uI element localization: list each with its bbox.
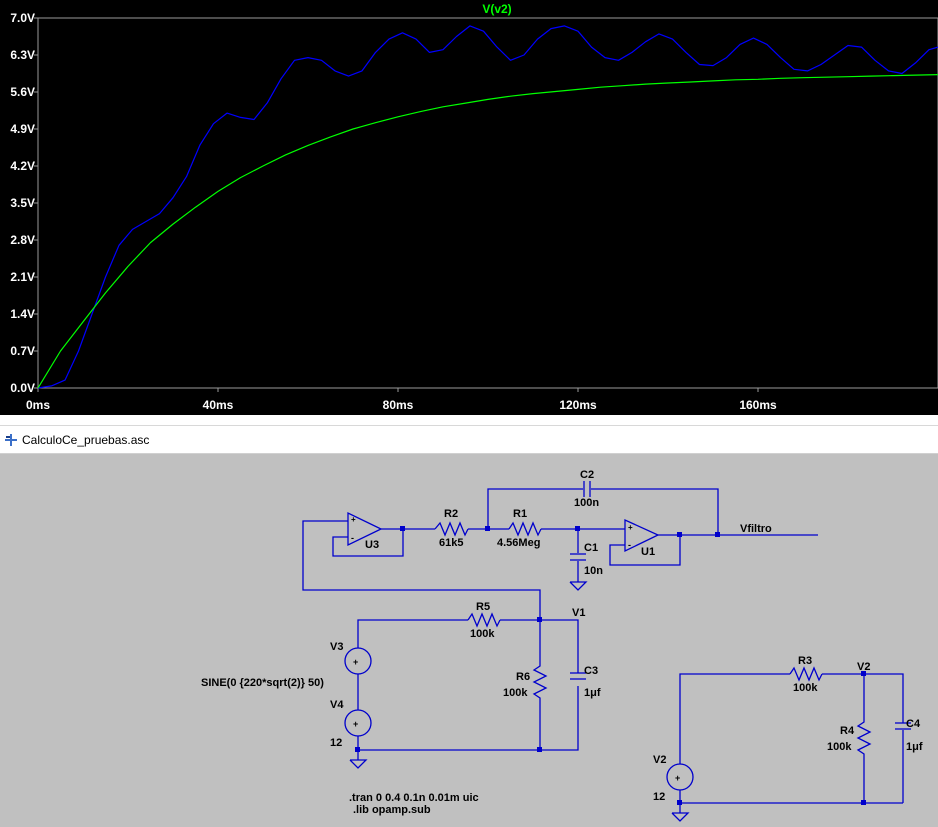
x-tick-label: 40ms <box>203 398 234 412</box>
x-tick-label: 0ms <box>26 398 50 412</box>
c3-value[interactable]: 1μf <box>584 687 601 699</box>
c2-value[interactable]: 100n <box>574 497 599 509</box>
plot-border <box>37 17 938 389</box>
c1-label[interactable]: C1 <box>584 542 598 554</box>
schematic-title-bar: CalculoCe_pruebas.asc <box>0 425 938 454</box>
x-tick-label: 160ms <box>739 398 777 412</box>
r2-value[interactable]: 61k5 <box>439 537 463 549</box>
c4-label[interactable]: C4 <box>906 718 921 730</box>
y-tick-label: 5.6V <box>10 85 35 99</box>
resistor-r5-symbol <box>467 612 501 628</box>
c4-value[interactable]: 1μf <box>906 741 923 753</box>
y-tick-label: 0.7V <box>10 344 35 358</box>
u3-minus: - <box>351 533 354 543</box>
waveform-plot[interactable]: 0.0V 0.7V 1.4V 2.1V 2.8V 3.5V 4.2V 4.9V 5.6V 6.3V… <box>0 0 938 415</box>
junction-dots <box>355 526 866 805</box>
resistor-r3-symbol <box>789 666 823 682</box>
x-axis-ticks: 0ms 40ms 80ms 120ms 160ms <box>26 388 777 412</box>
y-tick-label: 7.0V <box>10 11 35 25</box>
trace-line-2 <box>37 74 938 389</box>
y-tick-label: 6.3V <box>10 48 35 62</box>
c3-label[interactable]: C3 <box>584 665 598 677</box>
r6-label[interactable]: R6 <box>516 671 530 683</box>
trace-lines <box>37 25 938 389</box>
waveform-viewer[interactable]: 0.0V 0.7V 1.4V 2.1V 2.8V 3.5V 4.2V 4.9V 5.6V 6.3V… <box>0 0 938 415</box>
resistor-r1-symbol <box>508 521 542 537</box>
v3-label[interactable]: V3 <box>330 641 343 653</box>
x-tick-label: 120ms <box>559 398 597 412</box>
r1-value[interactable]: 4.56Meg <box>497 537 540 549</box>
y-tick-label: 4.2V <box>10 159 35 173</box>
y-tick-label: 0.0V <box>10 381 35 395</box>
y-tick-label: 1.4V <box>10 307 35 321</box>
y-tick-label: 4.9V <box>10 122 35 136</box>
y-tick-label: 2.1V <box>10 270 35 284</box>
vfiltro-net-label[interactable]: Vfiltro <box>740 523 772 535</box>
u1-plus: + <box>628 523 633 532</box>
resistor-r2-symbol <box>434 521 469 537</box>
v2-source-value[interactable]: 12 <box>653 791 665 803</box>
r4-value[interactable]: 100k <box>827 741 852 753</box>
v2-plus: + <box>675 773 680 783</box>
x-tick-label: 80ms <box>383 398 414 412</box>
resistor-r6-symbol <box>532 620 548 750</box>
r6-value[interactable]: 100k <box>503 687 528 699</box>
v2-net-label[interactable]: V2 <box>857 661 870 673</box>
v2-source-label[interactable]: V2 <box>653 754 666 766</box>
c1-value[interactable]: 10n <box>584 565 603 577</box>
r2-label[interactable]: R2 <box>444 508 458 520</box>
u3-label[interactable]: U3 <box>365 539 379 551</box>
resistor-r4-symbol <box>856 674 872 803</box>
y-tick-label: 3.5V <box>10 196 35 210</box>
r4-label[interactable]: R4 <box>840 725 855 737</box>
v1-net-label[interactable]: V1 <box>572 607 585 619</box>
v4-value[interactable]: 12 <box>330 737 342 749</box>
schematic-editor[interactable]: + - + - + + + C2 100n R2 61k5 R1 4.56Meg… <box>0 454 938 827</box>
lib-directive[interactable]: .lib opamp.sub <box>353 804 431 816</box>
y-axis-ticks: 0.0V 0.7V 1.4V 2.1V 2.8V 3.5V 4.2V 4.9V 5.6V 6.3V… <box>10 11 38 395</box>
v4-plus: + <box>353 719 358 729</box>
v3-plus: + <box>353 657 358 667</box>
r1-label[interactable]: R1 <box>513 508 527 520</box>
v3-sine-spec[interactable]: SINE(0 {220*sqrt(2)} 50) <box>201 677 324 689</box>
r3-value[interactable]: 100k <box>793 682 818 694</box>
schematic-canvas[interactable]: + - + - + + + C2 100n R2 61k5 R1 4.56Meg… <box>0 454 938 827</box>
v4-label[interactable]: V4 <box>330 699 344 711</box>
trace-label[interactable]: V(v2) <box>482 2 511 16</box>
u1-label[interactable]: U1 <box>641 546 655 558</box>
r3-label[interactable]: R3 <box>798 655 812 667</box>
u3-plus: + <box>351 515 356 524</box>
schematic-icon <box>5 434 17 446</box>
tran-directive[interactable]: .tran 0 0.4 0.1n 0.01m uic <box>349 792 479 804</box>
u1-minus: - <box>628 540 631 550</box>
trace-line-1 <box>37 25 938 389</box>
schematic-title: CalculoCe_pruebas.asc <box>22 433 150 447</box>
c2-label[interactable]: C2 <box>580 469 594 481</box>
plot-frame <box>37 17 938 389</box>
wires <box>302 481 911 822</box>
pane-separator <box>0 415 938 425</box>
r5-value[interactable]: 100k <box>470 628 495 640</box>
r5-label[interactable]: R5 <box>476 601 490 613</box>
y-tick-label: 2.8V <box>10 233 35 247</box>
